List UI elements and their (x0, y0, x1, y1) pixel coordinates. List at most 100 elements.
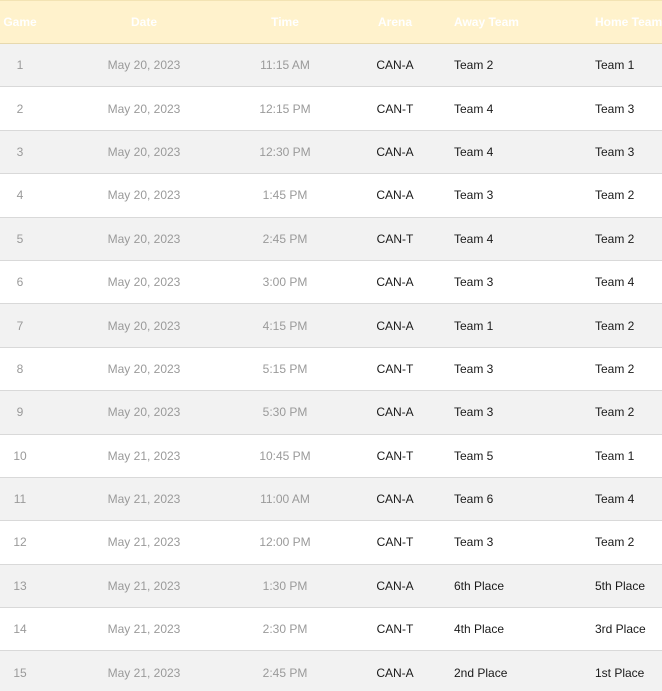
cell-home-team: 1st Place (595, 665, 645, 680)
cell-away-team: Team 3 (454, 361, 494, 376)
table-row[interactable]: 9 May 20, 2023 5:30 PM CAN-A Team 3 Team… (0, 391, 662, 435)
cell-time: 12:15 PM (259, 101, 311, 116)
cell-home-team: 3rd Place (595, 622, 646, 637)
column-header-home-team[interactable]: Home Team (595, 1, 662, 43)
table-row[interactable]: 1 May 20, 2023 11:15 AM CAN-A Team 2 Tea… (0, 44, 662, 88)
cell-home-team: Team 2 (595, 318, 635, 333)
table-row[interactable]: 7 May 20, 2023 4:15 PM CAN-A Team 1 Team… (0, 304, 662, 348)
cell-date: May 21, 2023 (107, 492, 181, 507)
cell-game: 14 (13, 622, 27, 637)
cell-arena: CAN-T (376, 101, 414, 116)
cell-away-team: Team 2 (454, 58, 494, 73)
table-row[interactable]: 8 May 20, 2023 5:15 PM CAN-T Team 3 Team… (0, 347, 662, 392)
cell-home-team: Team 4 (595, 275, 635, 290)
cell-home-team: 5th Place (595, 578, 646, 593)
cell-away-team: Team 3 (454, 275, 494, 290)
cell-game: 7 (16, 318, 24, 333)
cell-date: May 20, 2023 (107, 188, 181, 203)
cell-away-team: Team 1 (454, 318, 494, 333)
cell-home-team: Team 2 (595, 188, 635, 203)
cell-away-team: Team 4 (454, 231, 494, 246)
cell-game: 6 (16, 275, 24, 290)
column-header-game[interactable]: Game (0, 1, 40, 43)
cell-away-team: 4th Place (454, 622, 505, 637)
cell-date: May 21, 2023 (107, 448, 181, 463)
table-row[interactable]: 11 May 21, 2023 11:00 AM CAN-A Team 6 Te… (0, 477, 662, 522)
cell-time: 1:45 PM (262, 188, 308, 203)
cell-arena: CAN-A (376, 188, 414, 203)
cell-away-team: 6th Place (454, 578, 505, 593)
cell-arena: CAN-A (376, 492, 414, 507)
cell-time: 4:15 PM (262, 318, 308, 333)
cell-game: 11 (13, 492, 27, 507)
cell-date: May 21, 2023 (107, 578, 181, 593)
cell-away-team: Team 5 (454, 448, 494, 463)
cell-game: 2 (16, 101, 24, 116)
table-row[interactable]: 3 May 20, 2023 12:30 PM CAN-A Team 4 Tea… (0, 130, 662, 175)
cell-time: 5:30 PM (262, 405, 308, 420)
cell-arena: CAN-T (376, 622, 414, 637)
schedule-table: Game Date Time Arena Away Team Home Team… (0, 0, 662, 691)
cell-game: 13 (13, 578, 27, 593)
cell-home-team: Team 2 (595, 535, 635, 550)
cell-time: 11:00 AM (260, 492, 310, 507)
cell-time: 11:15 AM (260, 58, 310, 73)
cell-home-team: Team 3 (595, 101, 635, 116)
cell-game: 10 (13, 448, 27, 463)
column-header-time[interactable]: Time (240, 1, 330, 43)
cell-away-team: Team 4 (454, 144, 494, 159)
cell-home-team: Team 3 (595, 144, 635, 159)
cell-time: 5:15 PM (262, 361, 308, 376)
cell-date: May 20, 2023 (107, 361, 181, 376)
column-header-arena[interactable]: Arena (364, 1, 426, 43)
cell-home-team: Team 2 (595, 231, 635, 246)
cell-date: May 20, 2023 (107, 144, 181, 159)
cell-game: 9 (16, 405, 24, 420)
cell-arena: CAN-A (376, 405, 414, 420)
table-body: 1 May 20, 2023 11:15 AM CAN-A Team 2 Tea… (0, 44, 662, 691)
cell-home-team: Team 1 (595, 58, 635, 73)
cell-game: 5 (16, 231, 24, 246)
cell-away-team: Team 3 (454, 405, 494, 420)
cell-away-team: 2nd Place (454, 665, 508, 680)
cell-home-team: Team 4 (595, 492, 635, 507)
table-row[interactable]: 12 May 21, 2023 12:00 PM CAN-T Team 3 Te… (0, 521, 662, 565)
cell-time: 3:00 PM (262, 275, 308, 290)
cell-arena: CAN-A (376, 144, 414, 159)
cell-home-team: Team 2 (595, 361, 635, 376)
cell-away-team: Team 4 (454, 101, 494, 116)
table-row[interactable]: 6 May 20, 2023 3:00 PM CAN-A Team 3 Team… (0, 260, 662, 305)
cell-away-team: Team 6 (454, 492, 494, 507)
cell-date: May 20, 2023 (107, 231, 181, 246)
cell-time: 1:30 PM (262, 578, 308, 593)
cell-time: 2:45 PM (262, 231, 308, 246)
table-row[interactable]: 2 May 20, 2023 12:15 PM CAN-T Team 4 Tea… (0, 87, 662, 131)
cell-home-team: Team 1 (595, 448, 635, 463)
cell-arena: CAN-A (376, 275, 414, 290)
cell-arena: CAN-A (376, 58, 414, 73)
table-row[interactable]: 4 May 20, 2023 1:45 PM CAN-A Team 3 Team… (0, 174, 662, 218)
table-row[interactable]: 10 May 21, 2023 10:45 PM CAN-T Team 5 Te… (0, 434, 662, 478)
cell-date: May 20, 2023 (107, 101, 181, 116)
cell-date: May 21, 2023 (107, 665, 181, 680)
cell-date: May 20, 2023 (107, 405, 181, 420)
cell-date: May 21, 2023 (107, 535, 181, 550)
cell-arena: CAN-T (376, 535, 414, 550)
cell-arena: CAN-A (376, 665, 414, 680)
column-header-date[interactable]: Date (88, 1, 200, 43)
cell-arena: CAN-T (376, 448, 414, 463)
table-row[interactable]: 13 May 21, 2023 1:30 PM CAN-A 6th Place … (0, 564, 662, 609)
cell-arena: CAN-A (376, 318, 414, 333)
cell-away-team: Team 3 (454, 188, 494, 203)
cell-game: 3 (16, 144, 24, 159)
cell-date: May 20, 2023 (107, 275, 181, 290)
table-row[interactable]: 5 May 20, 2023 2:45 PM CAN-T Team 4 Team… (0, 217, 662, 261)
cell-date: May 21, 2023 (107, 622, 181, 637)
cell-game: 4 (16, 188, 24, 203)
column-header-away-team[interactable]: Away Team (454, 1, 574, 43)
cell-home-team: Team 2 (595, 405, 635, 420)
table-row[interactable]: 14 May 21, 2023 2:30 PM CAN-T 4th Place … (0, 608, 662, 652)
cell-date: May 20, 2023 (107, 58, 181, 73)
table-row[interactable]: 15 May 21, 2023 2:45 PM CAN-A 2nd Place … (0, 651, 662, 691)
cell-game: 8 (16, 361, 24, 376)
